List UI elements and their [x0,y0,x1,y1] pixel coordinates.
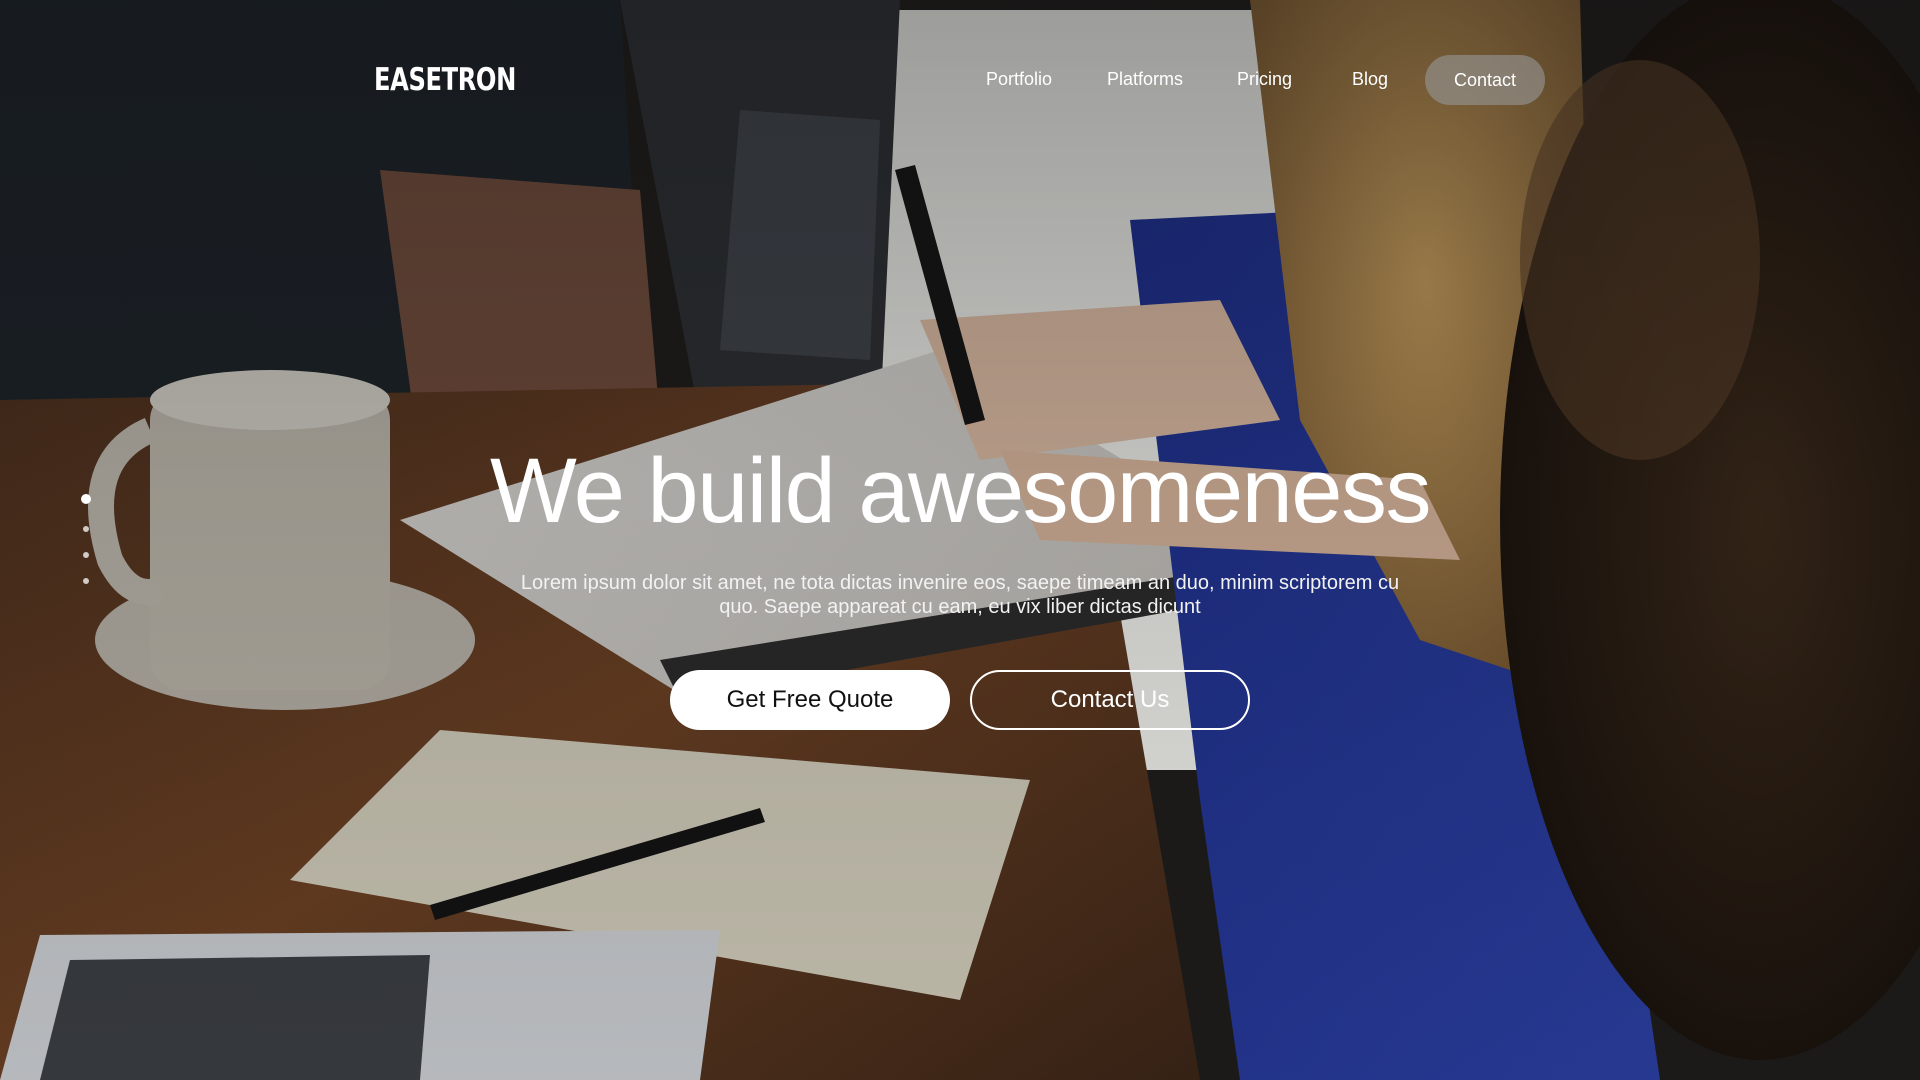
nav-item-pricing[interactable]: Pricing [1237,66,1292,92]
hero-headline: We build awesomeness [490,440,1431,542]
hero-section: EASETRON Portfolio Platforms Pricing Blo… [0,0,1920,1080]
nav-item-blog[interactable]: Blog [1352,66,1388,92]
slider-dot-3[interactable] [83,552,89,558]
get-free-quote-button[interactable]: Get Free Quote [670,670,950,730]
nav-item-portfolio[interactable]: Portfolio [986,66,1052,92]
nav-item-platforms[interactable]: Platforms [1107,66,1183,92]
brand-logo[interactable]: EASETRON [374,60,516,100]
hero-subtitle: Lorem ipsum dolor sit amet, ne tota dict… [520,572,1400,618]
top-navigation: EASETRON Portfolio Platforms Pricing Blo… [0,0,1920,160]
nav-contact-button[interactable]: Contact [1425,55,1545,105]
slider-dot-4[interactable] [83,578,89,584]
contact-us-button[interactable]: Contact Us [970,670,1250,730]
